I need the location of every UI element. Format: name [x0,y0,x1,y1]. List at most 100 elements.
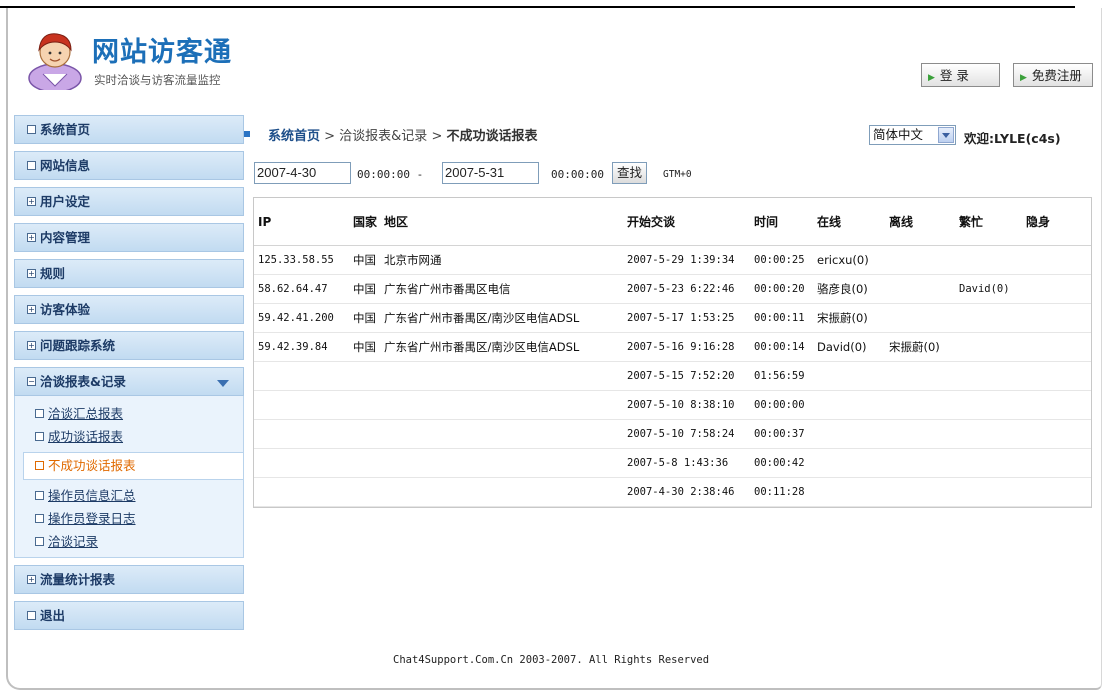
welcome-text: 欢迎:LYLE(c4s) [964,131,1061,146]
sidebar-item-label: 访客体验 [40,302,91,317]
plus-icon: + [27,269,36,278]
sidebar-item-site-info[interactable]: 网站信息 [14,151,244,180]
table-cell [885,245,955,275]
user-avatar-logo-icon [28,33,82,90]
language-selected-value: 简体中文 [873,127,924,142]
table-cell: 中国 [349,274,380,304]
table-cell [380,419,623,449]
table-cell: 中国 [349,303,380,333]
table-cell [254,477,349,507]
table-cell: 广东省广州市番禺区/南沙区电信ADSL [380,332,623,362]
table-cell [813,477,885,507]
square-icon [35,491,44,500]
submenu-item-chat-summary[interactable]: 洽谈汇总报表 [15,402,243,425]
site-title: 网站访客通 [92,37,232,68]
find-button[interactable]: 查找 [612,162,647,184]
table-cell: 2007-5-29 1:39:34 [623,245,750,275]
table-cell [1022,245,1091,275]
plus-icon: + [27,305,36,314]
submenu-item-unsuccessful-chats[interactable]: 不成功谈话报表 [23,452,243,480]
table-cell [813,361,885,391]
table-cell: 00:00:14 [750,332,813,362]
submenu-item-label: 操作员登录日志 [48,511,136,526]
table-cell [254,361,349,391]
table-cell: 广东省广州市番禺区电信 [380,274,623,304]
table-cell [1022,477,1091,507]
sidebar-item-reports[interactable]: − 洽谈报表&记录 [14,367,244,396]
login-button[interactable]: ▶ 登 录 [921,63,1000,87]
square-icon [27,125,36,134]
table-cell [254,390,349,420]
submenu-item-operator-login-log[interactable]: 操作员登录日志 [15,507,243,530]
table-cell [813,390,885,420]
table-cell: 2007-4-30 2:38:46 [623,477,750,507]
table-cell [1022,303,1091,333]
table-row: 2007-5-10 7:58:24 00:00:37 [254,419,1091,449]
end-date-input[interactable]: 2007-5-31 [442,162,539,184]
sidebar-item-user-settings[interactable]: + 用户设定 [14,187,244,216]
sidebar-item-rules[interactable]: + 规则 [14,259,244,288]
table-cell [1022,361,1091,391]
table-cell: 125.33.58.55 [254,245,349,275]
table-cell [885,390,955,420]
table-cell [1022,419,1091,449]
table-row: 59.42.41.200 中国 广东省广州市番禺区/南沙区电信ADSL 2007-5-… [254,303,1091,333]
table-cell: 骆彦良(0) [813,274,885,304]
table-cell [1022,274,1091,304]
table-cell [380,390,623,420]
square-icon [35,409,44,418]
breadcrumb-home-link[interactable]: 系统首页 [268,129,320,144]
start-date-input[interactable]: 2007-4-30 [254,162,351,184]
bullet-square-icon [244,131,250,137]
column-header: 时间 [750,198,813,246]
sidebar-item-label: 内容管理 [40,230,91,245]
table-cell [955,332,1022,362]
submenu-item-operator-summary[interactable]: 操作员信息汇总 [15,484,243,507]
sidebar-item-label: 规则 [40,266,66,281]
column-header: 开始交谈 [623,198,750,246]
table-cell [380,448,623,478]
table-cell: ericxu(0) [813,245,885,275]
table-cell [885,477,955,507]
language-select[interactable]: 简体中文 [869,125,956,145]
table-cell [955,419,1022,449]
sidebar-item-label: 退出 [40,608,66,623]
table-cell [380,361,623,391]
table-cell [254,419,349,449]
table-cell [955,303,1022,333]
table-cell [1022,390,1091,420]
table-row: 59.42.39.84 中国 广东省广州市番禺区/南沙区电信ADSL 2007-5-1… [254,332,1091,362]
table-cell: 广东省广州市番禺区/南沙区电信ADSL [380,303,623,333]
column-header: 离线 [885,198,955,246]
table-cell [955,477,1022,507]
submenu-item-successful-chats[interactable]: 成功谈话报表 [15,425,243,448]
arrow-right-icon: ▶ [1020,73,1027,83]
column-header: 繁忙 [955,198,1022,246]
plus-icon: + [27,341,36,350]
table-cell: 2007-5-16 9:16:28 [623,332,750,362]
table-cell [813,448,885,478]
table-cell [885,448,955,478]
table-cell: 中国 [349,332,380,362]
sidebar-item-traffic-reports[interactable]: + 流量统计报表 [14,565,244,594]
table-row: 125.33.58.55 中国 北京市网通 2007-5-29 1:39:34 00:0… [254,245,1091,275]
submenu-item-label: 洽谈汇总报表 [48,406,124,421]
sidebar-item-logout[interactable]: 退出 [14,601,244,630]
table-cell [1022,448,1091,478]
breadcrumb-section: > 洽谈报表&记录 > [320,129,447,144]
sidebar-item-visitor-experience[interactable]: + 访客体验 [14,295,244,324]
submenu-item-chat-log[interactable]: 洽谈记录 [15,530,243,553]
register-button[interactable]: ▶ 免费注册 [1013,63,1093,87]
sidebar-item-label: 问题跟踪系统 [40,338,116,353]
start-time: 00:00:00 - [357,168,424,181]
sidebar-item-label: 流量统计报表 [40,572,116,587]
sidebar-item-issue-tracking[interactable]: + 问题跟踪系统 [14,331,244,360]
table-cell: 00:00:00 [750,390,813,420]
submenu-item-label: 洽谈记录 [48,534,99,549]
sidebar-item-content[interactable]: + 内容管理 [14,223,244,252]
sidebar-item-home[interactable]: 系统首页 [14,115,244,144]
table-cell: 宋振蔚(0) [813,303,885,333]
square-icon [35,537,44,546]
table-cell: 00:00:42 [750,448,813,478]
table-cell: 00:00:11 [750,303,813,333]
